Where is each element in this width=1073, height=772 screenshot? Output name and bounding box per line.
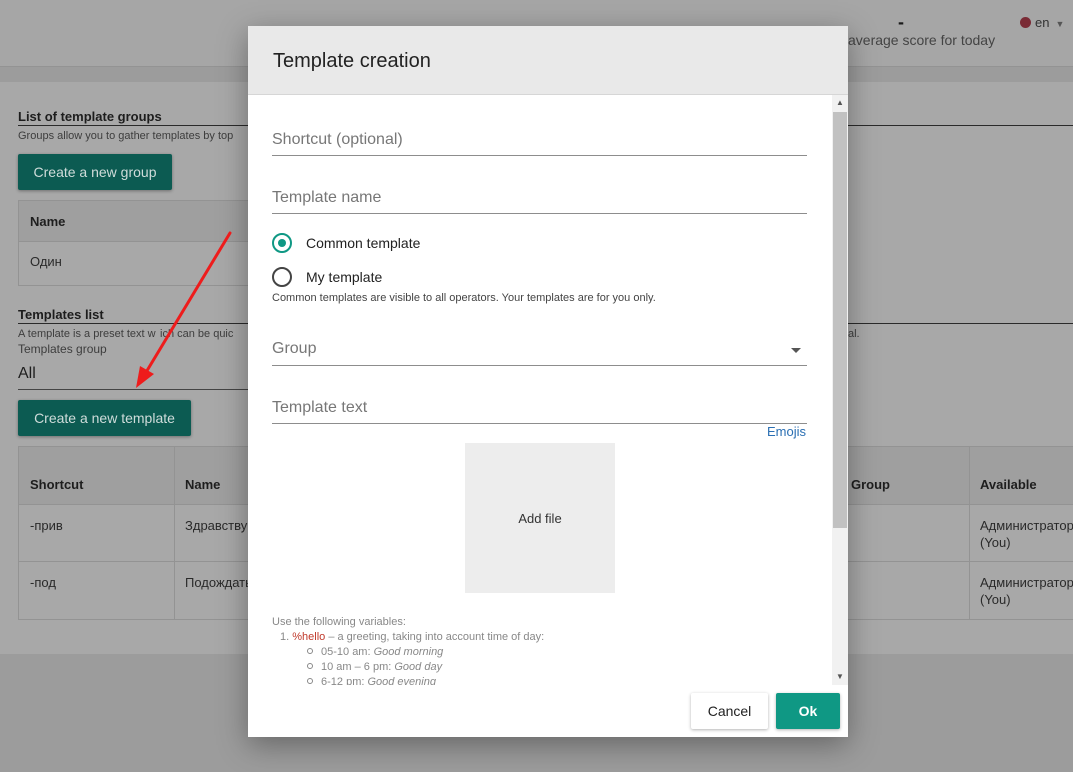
row-available-you: (You) [980, 592, 1011, 607]
shortcut-input[interactable] [272, 131, 807, 149]
templates-group-value: All [18, 365, 36, 382]
group-row[interactable]: Один [30, 253, 62, 270]
create-template-button[interactable]: Create a new template [18, 400, 191, 436]
dialog-body: Common template My template Common templ… [248, 95, 832, 685]
shortcut-header: Shortcut [30, 477, 84, 492]
groups-subtitle: Groups allow you to gather templates by … [18, 130, 234, 142]
templates-group-select[interactable]: All [18, 364, 250, 390]
row-shortcut[interactable]: -под [30, 574, 56, 591]
dialog-header: Template creation [248, 26, 848, 95]
flag-icon [1020, 17, 1031, 28]
shortcut-field [272, 119, 807, 156]
variables-intro: Use the following variables: [272, 616, 406, 628]
language-code: en [1035, 15, 1050, 30]
variable-description: – a greeting, taking into account time o… [325, 631, 545, 643]
time-item: 6-12 pm: Good evening [307, 675, 436, 685]
ok-button[interactable]: Ok [776, 693, 840, 729]
bullet-icon [307, 663, 313, 669]
template-text-field [272, 387, 807, 424]
time-greeting: Good day [394, 661, 443, 673]
templates-subtitle-end: al. [848, 328, 860, 340]
time-greeting: Good morning [373, 646, 444, 658]
row-available: Администратор [980, 518, 1073, 533]
radio-common-label: Common template [306, 235, 421, 251]
chevron-down-icon: ▼ [1055, 19, 1065, 29]
time-range: 6-12 pm: [321, 676, 368, 685]
add-file-label: Add file [518, 510, 562, 526]
row-name[interactable]: Подождать [185, 574, 252, 591]
groups-title: List of template groups [18, 109, 162, 124]
template-creation-dialog: Template creation Common template My tem… [248, 26, 848, 737]
group-header: Group [851, 477, 890, 492]
cancel-button[interactable]: Cancel [691, 693, 768, 729]
score-value: - [898, 12, 904, 32]
average-score-label: average score for today [848, 32, 996, 48]
emojis-link[interactable]: Emojis [767, 424, 806, 439]
groups-name-header: Name [30, 214, 66, 229]
time-range: 10 am – 6 pm: [321, 661, 395, 673]
time-item: 10 am – 6 pm: Good day [307, 660, 442, 675]
radio-help-text: Common templates are visible to all oper… [272, 292, 656, 304]
row-divider [19, 241, 251, 242]
bullet-icon [307, 678, 313, 684]
language-selector[interactable]: en ▼ [1020, 15, 1064, 30]
available-header: Available [980, 477, 1037, 492]
time-item: 05-10 am: Good morning [307, 645, 443, 660]
groups-table: Name Один [18, 200, 252, 286]
templates-subtitle-cont: ich can be quic [160, 328, 234, 340]
time-range: 05-10 am: [321, 646, 374, 658]
group-select-placeholder: Group [272, 340, 317, 357]
column-divider [174, 447, 175, 619]
scroll-up-icon[interactable]: ▲ [832, 95, 848, 111]
group-select[interactable]: Group [272, 329, 807, 366]
row-available-you: (You) [980, 535, 1011, 550]
create-group-button[interactable]: Create a new group [18, 154, 172, 190]
variable-number: 1. [280, 631, 290, 643]
row-available: Администратор [980, 575, 1073, 590]
templates-group-label: Templates group [18, 342, 107, 356]
dropdown-arrow-icon [791, 348, 801, 353]
scroll-down-icon[interactable]: ▼ [832, 669, 848, 685]
template-name-input[interactable] [272, 189, 807, 207]
name-header: Name [185, 477, 221, 492]
radio-common-template[interactable]: Common template [272, 232, 420, 254]
row-name[interactable]: Здравству [185, 517, 247, 534]
variable-hello: 1. %hello – a greeting, taking into acco… [280, 630, 544, 645]
template-name-field [272, 177, 807, 214]
templates-subtitle: A template is a preset text w [18, 328, 156, 340]
time-greeting: Good evening [367, 676, 436, 685]
radio-checked-icon[interactable] [272, 233, 292, 253]
dialog-title: Template creation [273, 50, 431, 72]
templates-title: Templates list [18, 307, 104, 322]
template-text-input[interactable] [272, 399, 807, 417]
radio-unchecked-icon[interactable] [272, 267, 292, 287]
scrollbar-thumb[interactable] [833, 112, 847, 528]
row-shortcut[interactable]: -прив [30, 517, 63, 534]
radio-my-template[interactable]: My template [272, 266, 382, 288]
bullet-icon [307, 648, 313, 654]
variable-name: %hello [292, 631, 326, 643]
add-file-dropzone[interactable]: Add file [465, 443, 615, 593]
radio-my-label: My template [306, 269, 383, 285]
column-divider [969, 447, 970, 619]
dialog-scrollbar[interactable]: ▲ ▼ [832, 95, 848, 685]
